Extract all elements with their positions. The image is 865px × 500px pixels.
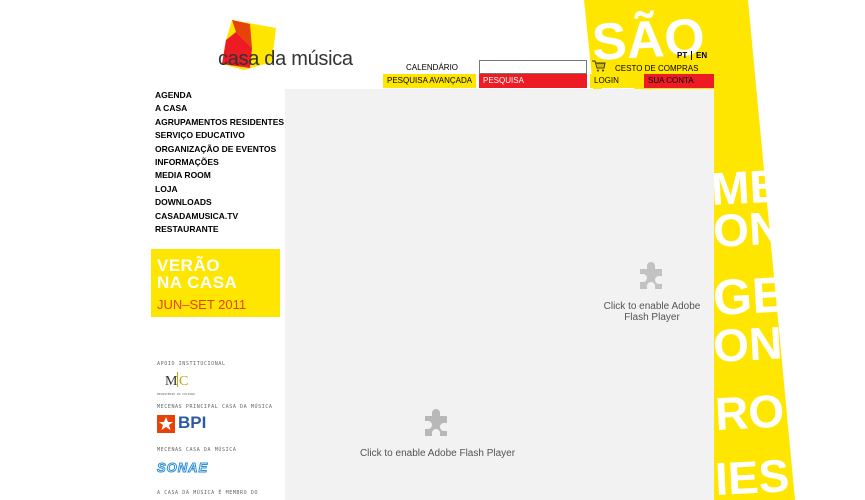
search-input[interactable] (479, 60, 587, 74)
sonae-logo[interactable]: SONAE (156, 460, 208, 476)
nav-item-agenda[interactable]: AGENDA (155, 89, 284, 102)
language-pt[interactable]: PT (677, 51, 687, 60)
poster-fragment-1: ME (710, 159, 782, 215)
nav-item-servico-educativo[interactable]: SERVIÇO EDUCATIVO (155, 129, 284, 142)
banner-line-2: NA CASA (157, 273, 238, 292)
plugin-icon[interactable] (636, 259, 668, 291)
logo-text: casa da música (218, 48, 353, 70)
svg-text:M: M (165, 374, 178, 389)
language-en[interactable]: EN (696, 51, 707, 60)
nav-item-media-room[interactable]: MEDIA ROOM (155, 169, 284, 182)
sponsor-label-institutional: APOIO INSTITUCIONAL (157, 361, 226, 367)
search-button[interactable]: PESQUISA (479, 74, 587, 88)
flash-message-right-line-2: Flash Player (624, 312, 680, 323)
poster-title: SÃO (591, 7, 707, 72)
poster-fragment-4: ON (712, 316, 784, 372)
poster-fragment-5: RON (714, 383, 819, 440)
cart-link[interactable]: CESTO DE COMPRAS (615, 64, 698, 73)
ministry-culture-logo[interactable]: M C (163, 369, 193, 391)
svg-text:C: C (179, 374, 188, 389)
nav-item-agrupamentos[interactable]: AGRUPAMENTOS RESIDENTES (155, 116, 284, 129)
nav-item-downloads[interactable]: DOWNLOADS (155, 196, 284, 209)
sponsor-label-patron: MECENAS CASA DA MÚSICA (157, 447, 237, 453)
nav-item-loja[interactable]: LOJA (155, 183, 284, 196)
account-button[interactable]: SUA CONTA (644, 74, 714, 88)
flash-content-area[interactable] (285, 89, 714, 500)
poster-fragment-6: IES (714, 449, 791, 500)
advanced-search-button[interactable]: PESQUISA AVANÇADA (383, 74, 476, 88)
ministry-caption: Ministério da Cultura (157, 392, 195, 396)
bpi-logo[interactable]: BPI (178, 413, 206, 433)
plugin-icon[interactable] (421, 406, 453, 438)
flash-message-center[interactable]: Click to enable Adobe Flash Player (340, 448, 535, 459)
login-button[interactable]: LOGIN (590, 74, 641, 88)
bpi-star-icon (157, 415, 175, 433)
poster-fragment-3: GE (712, 266, 787, 326)
nav-item-restaurante[interactable]: RESTAURANTE (155, 223, 284, 236)
flash-message-right[interactable]: Click to enable Adobe Flash Player (602, 301, 702, 323)
banner-dates: JUN–SET 2011 (157, 297, 247, 312)
nav-item-a-casa[interactable]: A CASA (155, 102, 284, 115)
nav-item-casadamusica-tv[interactable]: CASADAMUSICA.TV (155, 210, 284, 223)
shopping-cart-icon[interactable] (592, 60, 606, 72)
poster-fragment-2: ON (712, 201, 784, 257)
flash-message-right-line-1: Click to enable Adobe (603, 301, 701, 312)
calendar-link[interactable]: CALENDÁRIO (406, 63, 458, 72)
sponsor-label-member: A CASA DA MÚSICA É MEMBRO DO (157, 490, 259, 496)
language-divider (691, 51, 692, 60)
sponsor-label-main: MECENAS PRINCIPAL CASA DA MÚSICA (157, 404, 273, 410)
nav-item-organizacao-eventos[interactable]: ORGANIZAÇÃO DE EVENTOS (155, 143, 284, 156)
nav-item-informacoes[interactable]: INFORMAÇÕES (155, 156, 284, 169)
main-navigation: AGENDA A CASA AGRUPAMENTOS RESIDENTES SE… (155, 89, 284, 236)
